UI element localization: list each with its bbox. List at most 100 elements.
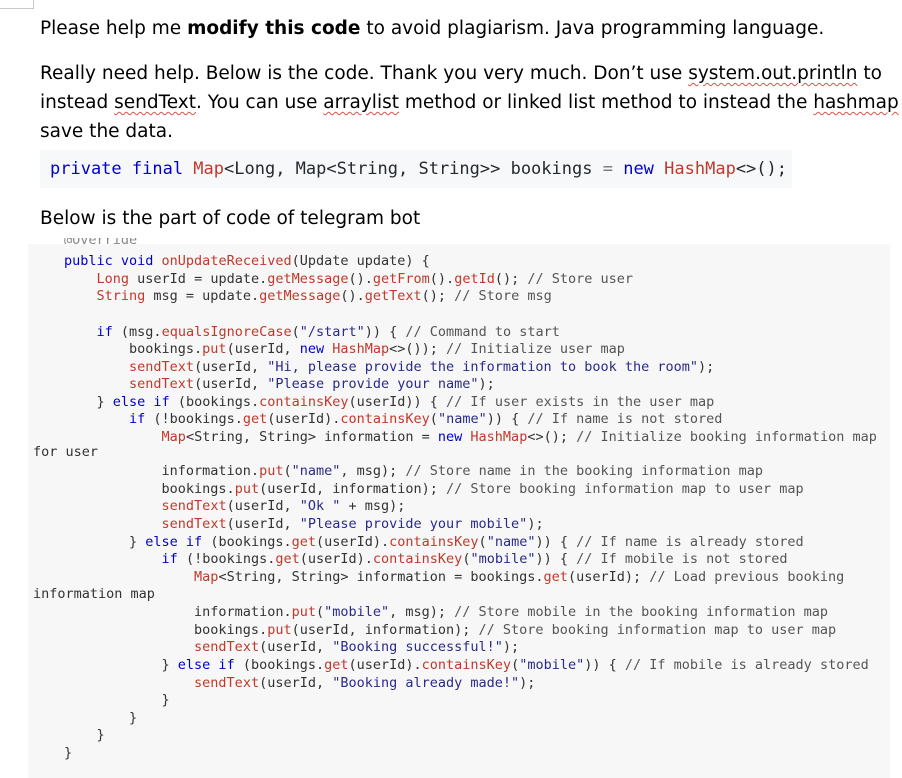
code-method: put bbox=[202, 341, 227, 357]
code-string: "Hi, please provide the information to b… bbox=[267, 359, 698, 375]
code-text: <String, String> information = bookings. bbox=[218, 569, 544, 585]
code-method: containsKey bbox=[421, 657, 512, 673]
snippet-type: HashMap bbox=[664, 159, 736, 179]
code-text: <String, String> information = bbox=[185, 429, 438, 445]
code-line: information.put("mobile", msg); // Store… bbox=[64, 603, 828, 621]
code-type: Long bbox=[64, 271, 138, 287]
code-string: "name" bbox=[486, 534, 536, 550]
code-line: bookings.put(userId, new HashMap<>()); /… bbox=[64, 340, 625, 358]
code-method: sendText bbox=[161, 498, 227, 514]
code-method: sendText bbox=[194, 639, 260, 655]
code-text: } bbox=[64, 657, 178, 673]
code-text: = update. bbox=[177, 288, 260, 304]
code-text: ( bbox=[478, 534, 487, 550]
code-keyword: if bbox=[161, 551, 178, 567]
code-line: } bbox=[64, 726, 105, 744]
code-line: } else if (bookings.get(userId).contains… bbox=[64, 533, 804, 551]
code-text: ); bbox=[502, 639, 520, 655]
code-text: (bookings. bbox=[169, 394, 260, 410]
code-comment: // If mobile is not stored bbox=[576, 551, 788, 567]
intro-paragraph: Really need help. Below is the code. Tha… bbox=[40, 59, 900, 146]
intro-line-3: instead sendText. You can use arraylist … bbox=[40, 88, 900, 117]
code-text: bookings. bbox=[64, 481, 235, 497]
code-text: (). bbox=[429, 271, 455, 287]
code-line: information.put("name", msg); // Store n… bbox=[64, 462, 764, 480]
code-text: (userId). bbox=[315, 534, 390, 550]
code-text: information. bbox=[64, 463, 260, 479]
code-text: (!bookings. bbox=[145, 411, 243, 427]
code-text: (bookings. bbox=[234, 657, 325, 673]
code-comment: // Store mobile in the booking informati… bbox=[454, 604, 829, 620]
code-line: sendText(userId, "Booking successful!"); bbox=[64, 638, 519, 656]
code-text: (userId, information); bbox=[291, 622, 479, 638]
snippet-keyword: private final bbox=[50, 159, 194, 179]
code-comment: // Store user bbox=[527, 271, 634, 287]
code-keyword: else if bbox=[112, 394, 170, 410]
code-text: ( bbox=[291, 324, 300, 340]
spellcheck-word: arraylist bbox=[323, 92, 399, 113]
snippet-keyword: new bbox=[612, 159, 665, 179]
code-comment: // Load previous booking bbox=[649, 569, 845, 585]
code-comment: // Store msg bbox=[454, 288, 552, 304]
code-comment: // Store booking information map to user… bbox=[478, 622, 837, 638]
code-line: } bbox=[64, 744, 72, 762]
code-text: ( bbox=[511, 657, 520, 673]
code-comment: // If name is already stored bbox=[576, 534, 804, 550]
code-line: Long userId = update.getMessage().getFro… bbox=[64, 270, 634, 288]
code-method: getMessage bbox=[259, 288, 341, 304]
intro-line-4: save the data. bbox=[40, 121, 173, 142]
spellcheck-word: system.out.println bbox=[688, 63, 858, 84]
code-method: sendText bbox=[161, 516, 227, 532]
snippet-text: <Long, Map<String, String>> bookings bbox=[224, 159, 603, 179]
code-line: bookings.put(userId, information); // St… bbox=[64, 621, 836, 639]
code-text: (); bbox=[421, 288, 455, 304]
code-text: (!bookings. bbox=[177, 551, 276, 567]
code-method: getText bbox=[364, 288, 422, 304]
code-method: put bbox=[259, 463, 284, 479]
code-comment: // Initialize booking information map bbox=[576, 429, 877, 445]
code-comment: // If name is not stored bbox=[527, 411, 723, 427]
code-text: } bbox=[64, 394, 113, 410]
code-text: userId bbox=[137, 271, 186, 287]
code-method: containsKey bbox=[340, 411, 430, 427]
code-text: ); bbox=[478, 376, 495, 392]
code-string: "Please provide your name" bbox=[267, 376, 479, 392]
code-method: containsKey bbox=[372, 551, 463, 567]
code-method: getMessage bbox=[267, 271, 349, 287]
code-comment: // Store booking information map to user… bbox=[446, 481, 804, 497]
code-text: } bbox=[64, 534, 146, 550]
code-method: getFrom bbox=[372, 271, 430, 287]
code-method: put bbox=[267, 622, 292, 638]
code-keyword: if bbox=[96, 324, 113, 340]
code-text: ); bbox=[527, 516, 544, 532]
code-string: "Please provide your mobile" bbox=[299, 516, 528, 532]
code-line: if (msg.equalsIgnoreCase("/start")) { //… bbox=[64, 323, 560, 341]
margin-note-information-map: information map bbox=[33, 586, 155, 602]
code-line: } bbox=[64, 691, 170, 709]
code-text: (userId). bbox=[348, 657, 422, 673]
code-text: (userId, bbox=[226, 341, 300, 357]
code-text: (); bbox=[494, 271, 528, 287]
intro-text: instead bbox=[40, 92, 115, 113]
code-text: ( bbox=[429, 411, 438, 427]
intro-bold-text: modify this code bbox=[187, 18, 361, 39]
code-method: sendText bbox=[194, 675, 260, 691]
code-text: (userId, information); bbox=[259, 481, 447, 497]
code-string: "mobile" bbox=[470, 551, 536, 567]
code-text: )) { bbox=[535, 551, 577, 567]
code-comment: // Store name in the booking information… bbox=[405, 463, 764, 479]
code-line: bookings.put(userId, information); // St… bbox=[64, 480, 804, 498]
code-line: Map<String, String> information = bookin… bbox=[64, 568, 844, 586]
code-text: ); bbox=[519, 675, 536, 691]
code-text: )) { bbox=[486, 411, 528, 427]
code-text: (userId, bbox=[226, 498, 300, 514]
code-text: + msg); bbox=[340, 498, 406, 514]
code-text: (userId, bbox=[194, 376, 268, 392]
code-text: bookings. bbox=[64, 341, 203, 357]
code-method: put bbox=[291, 604, 316, 620]
snippet-text: <>(); bbox=[735, 159, 787, 179]
code-text: msg bbox=[153, 288, 178, 304]
